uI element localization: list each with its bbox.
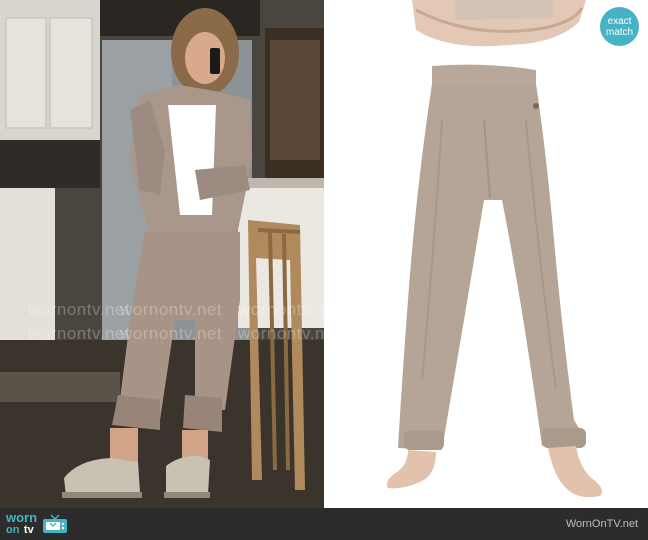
product-illustration — [324, 0, 648, 508]
badge-line-1: exact — [607, 15, 632, 27]
exact-match-badge[interactable]: exact match — [600, 7, 639, 46]
badge-line-2: match — [605, 26, 634, 38]
tv-scene-photo[interactable]: wornontv.net wornontv.net wornontv.net w… — [0, 0, 324, 508]
footer-bar: worn on tv WornOnTV.net — [0, 508, 648, 540]
tv-icon — [43, 514, 68, 533]
logo-on-text: on — [6, 524, 20, 536]
scene-illustration — [0, 0, 324, 508]
logo-tv-text: tv — [23, 524, 34, 536]
logo-wordmark: worn on tv — [6, 511, 37, 536]
site-url[interactable]: WornOnTV.net — [566, 518, 638, 530]
wornontv-logo[interactable]: worn on tv — [6, 511, 69, 536]
outfit-comparison-page: wornontv.net wornontv.net wornontv.net w… — [0, 0, 648, 540]
product-photo[interactable] — [324, 0, 648, 508]
